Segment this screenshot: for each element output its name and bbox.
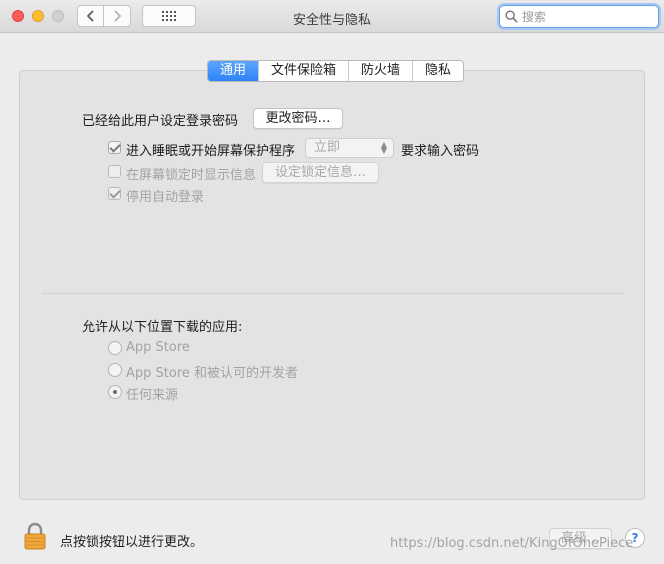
tab-privacy[interactable]: 隐私 xyxy=(412,61,463,81)
radio-anywhere[interactable] xyxy=(108,385,122,399)
tab-bar: 通用 文件保险箱 防火墙 隐私 xyxy=(207,60,465,82)
lock-hint-text: 点按锁按钮以进行更改。 xyxy=(60,535,204,550)
updown-arrows-icon: ▲ ▼ xyxy=(380,140,387,155)
tab-firewall[interactable]: 防火墙 xyxy=(348,61,412,81)
tab-general[interactable]: 通用 xyxy=(208,61,259,81)
section-divider xyxy=(42,293,624,294)
lock-message-checkbox[interactable] xyxy=(108,165,121,178)
lock-icon[interactable] xyxy=(23,522,47,550)
radio-app-store[interactable] xyxy=(108,341,122,355)
preferences-window: 安全性与隐私 通用 文件保险箱 防火墙 隐私 已经给此用户设定登录密码 更改密码… xyxy=(0,0,664,564)
password-delay-value: 立即 xyxy=(314,140,341,155)
downloads-heading: 允许从以下位置下载的应用: xyxy=(82,320,243,335)
radio-identified-developers-label: App Store 和被认可的开发者 xyxy=(126,366,299,381)
change-password-button[interactable]: 更改密码… xyxy=(253,108,343,129)
search-input[interactable] xyxy=(522,9,650,24)
sleep-password-checkbox[interactable] xyxy=(108,141,121,154)
sleep-checkbox-label: 进入睡眠或开始屏幕保护程序 xyxy=(126,144,296,159)
password-set-label: 已经给此用户设定登录密码 xyxy=(82,114,239,129)
search-icon xyxy=(505,10,518,23)
tab-filevault[interactable]: 文件保险箱 xyxy=(258,61,348,81)
lock-message-label: 在屏幕锁定时显示信息 xyxy=(126,168,257,183)
password-delay-select[interactable]: 立即 ▲ ▼ xyxy=(305,138,394,158)
radio-identified-developers[interactable] xyxy=(108,363,122,377)
watermark-text: https://blog.csdn.net/KingOfOnePiece xyxy=(390,536,634,551)
require-password-label: 要求输入密码 xyxy=(401,144,480,159)
disable-autologin-checkbox[interactable] xyxy=(108,187,121,200)
general-pane xyxy=(19,70,645,500)
set-lock-message-button[interactable]: 设定锁定信息… xyxy=(262,162,379,183)
title-bar: 安全性与隐私 xyxy=(0,0,664,33)
search-field[interactable] xyxy=(499,5,659,28)
radio-app-store-label: App Store xyxy=(126,340,190,355)
radio-anywhere-label: 任何来源 xyxy=(126,388,179,403)
disable-autologin-label: 停用自动登录 xyxy=(126,190,205,205)
